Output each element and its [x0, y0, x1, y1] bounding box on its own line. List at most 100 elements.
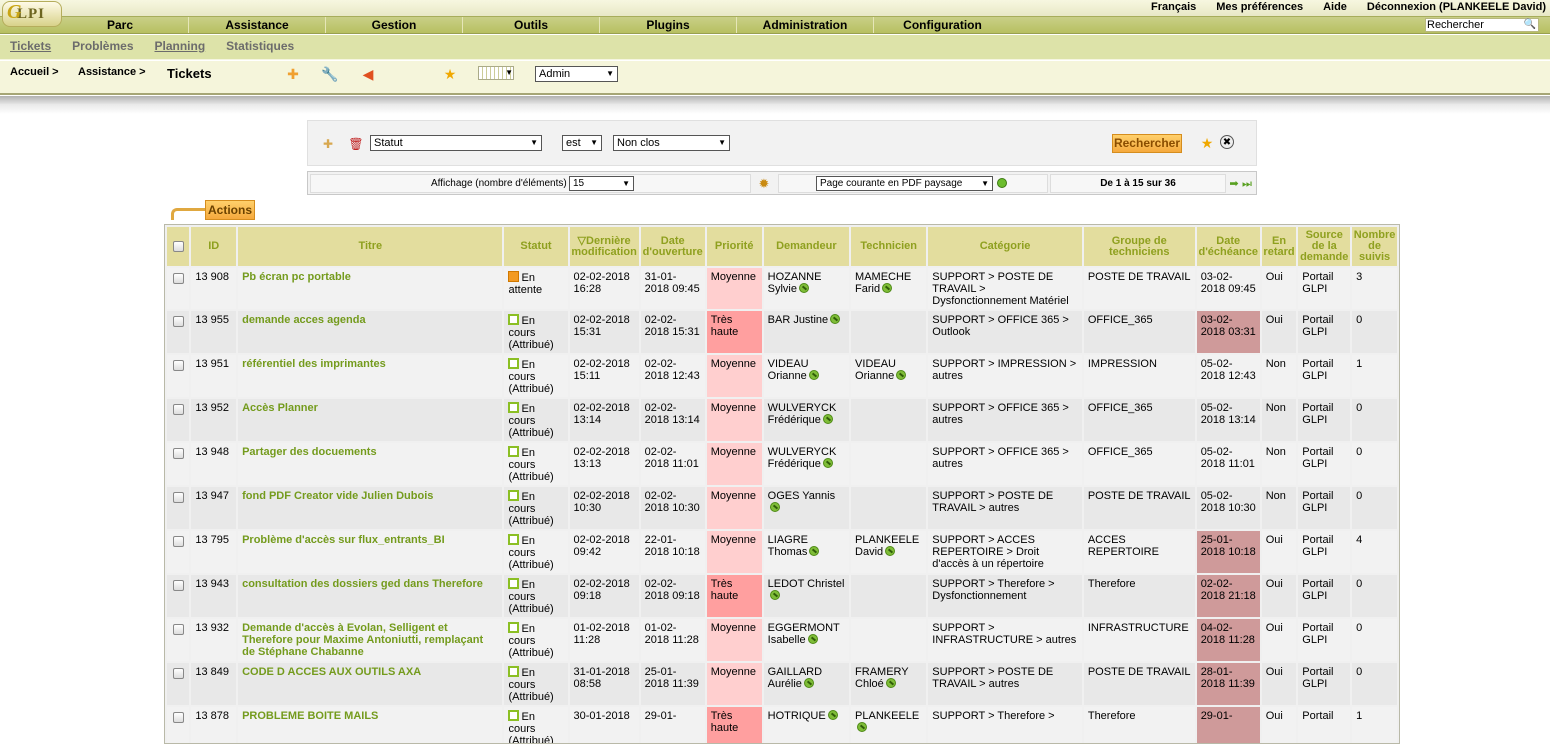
col-id[interactable]: ID: [191, 227, 237, 266]
menu-gestion[interactable]: Gestion: [326, 17, 463, 33]
col-priority[interactable]: Priorité: [706, 227, 762, 266]
row-checkbox[interactable]: [172, 668, 184, 679]
table-row[interactable]: 13 951 référentiel des imprimantes En cour…: [167, 355, 1397, 397]
row-checkbox[interactable]: [172, 536, 184, 547]
ticket-title-link[interactable]: référentiel des imprimantes: [238, 355, 503, 397]
display-count-select[interactable]: 15 ▼: [569, 176, 634, 191]
col-due-date[interactable]: Date d'échéance: [1196, 227, 1260, 266]
template-icon[interactable]: 🔧: [321, 65, 339, 83]
person-icon[interactable]: [827, 710, 838, 720]
table-row[interactable]: 13 878 PROBLEME BOITE MAILS En cours (Attr…: [167, 707, 1397, 743]
col-category[interactable]: Catégorie: [928, 227, 1082, 266]
menu-plugins[interactable]: Plugins: [600, 17, 737, 33]
table-row[interactable]: 13 932 Demande d'accès à Evolan, Selligen…: [167, 619, 1397, 661]
last-page-icon[interactable]: ⏭: [1240, 175, 1254, 193]
row-checkbox[interactable]: [172, 580, 184, 591]
criterion-field-select[interactable]: Statut ▼: [370, 135, 542, 151]
col-source[interactable]: Source de la demande: [1298, 227, 1351, 266]
person-icon[interactable]: [885, 546, 896, 556]
ticket-title-link[interactable]: Pb écran pc portable: [238, 268, 503, 309]
row-checkbox[interactable]: [172, 316, 184, 327]
col-requester[interactable]: Demandeur: [763, 227, 850, 266]
bookmark-icon[interactable]: ★: [441, 65, 459, 83]
view-options-icon[interactable]: ▼: [478, 66, 514, 80]
ticket-title-link[interactable]: demande acces agenda: [238, 311, 503, 353]
submenu-statistics[interactable]: Statistiques: [226, 35, 294, 59]
language-link[interactable]: Français: [1151, 1, 1196, 15]
logout-link[interactable]: Déconnexion (PLANKEELE David): [1367, 1, 1546, 15]
person-icon[interactable]: [857, 722, 868, 732]
delete-criterion-icon[interactable]: 🗑: [347, 135, 365, 153]
export-go-icon[interactable]: [997, 178, 1007, 188]
reset-search-icon[interactable]: ✖: [1220, 135, 1234, 149]
col-opening-date[interactable]: Date d'ouverture: [640, 227, 705, 266]
breadcrumb-home[interactable]: Accueil >: [10, 66, 59, 78]
help-link[interactable]: Aide: [1323, 1, 1347, 15]
person-icon[interactable]: [808, 370, 819, 380]
criterion-operator-select[interactable]: est ▼: [562, 135, 602, 151]
table-row[interactable]: 13 908 Pb écran pc portable En attente 02-0…: [167, 268, 1397, 309]
person-icon[interactable]: [798, 283, 809, 293]
table-row[interactable]: 13 952 Accès Planner En cours (Attribué) 02…: [167, 399, 1397, 441]
table-row[interactable]: 13 948 Partager des docuements En cours (A…: [167, 443, 1397, 485]
submenu-tickets[interactable]: Tickets: [10, 35, 51, 59]
ticket-title-link[interactable]: Demande d'accès à Evolan, Selligent et T…: [238, 619, 503, 661]
entity-select[interactable]: Admin ▼: [535, 66, 618, 82]
select-all-checkbox[interactable]: [172, 240, 184, 252]
person-icon[interactable]: [769, 502, 780, 512]
search-icon[interactable]: 🔍: [1524, 19, 1536, 31]
col-late[interactable]: En retard: [1261, 227, 1297, 266]
col-followups[interactable]: Nombre de suivis: [1352, 227, 1397, 266]
menu-configuration[interactable]: Configuration: [874, 17, 1011, 33]
search-ticket-icon[interactable]: ◀: [359, 65, 377, 83]
submenu-planning[interactable]: Planning: [155, 35, 206, 59]
table-row[interactable]: 13 947 fond PDF Creator vide Julien Duboi…: [167, 487, 1397, 529]
export-select[interactable]: Page courante en PDF paysage ▼: [816, 176, 993, 191]
settings-icon[interactable]: ✹: [755, 175, 773, 193]
col-tech-group[interactable]: Groupe de techniciens: [1083, 227, 1195, 266]
person-icon[interactable]: [803, 678, 814, 688]
table-row[interactable]: 13 943 consultation des dossiers ged dans…: [167, 575, 1397, 617]
add-ticket-icon[interactable]: ✚: [284, 65, 302, 83]
add-criterion-icon[interactable]: ✚: [319, 135, 337, 153]
row-checkbox[interactable]: [172, 448, 184, 459]
table-row[interactable]: 13 955 demande acces agenda En cours (Attr…: [167, 311, 1397, 353]
search-button[interactable]: Rechercher: [1112, 134, 1182, 153]
row-checkbox[interactable]: [172, 712, 184, 723]
col-technician[interactable]: Technicien: [851, 227, 927, 266]
ticket-title-link[interactable]: Partager des docuements: [238, 443, 503, 485]
criterion-value-select[interactable]: Non clos ▼: [613, 135, 730, 151]
person-icon[interactable]: [769, 590, 780, 600]
ticket-title-link[interactable]: fond PDF Creator vide Julien Dubois: [238, 487, 503, 529]
row-checkbox[interactable]: [172, 624, 184, 635]
person-icon[interactable]: [809, 546, 820, 556]
actions-button[interactable]: Actions: [205, 200, 255, 220]
person-icon[interactable]: [822, 458, 833, 468]
col-status[interactable]: Statut: [504, 227, 568, 266]
table-row[interactable]: 13 795 Problème d'accès sur flux_entrants…: [167, 531, 1397, 573]
row-checkbox[interactable]: [172, 360, 184, 371]
preferences-link[interactable]: Mes préférences: [1216, 1, 1303, 15]
person-icon[interactable]: [896, 370, 907, 380]
person-icon[interactable]: [885, 678, 896, 688]
ticket-title-link[interactable]: CODE D ACCES AUX OUTILS AXA: [238, 663, 503, 705]
global-search-input[interactable]: Rechercher 🔍: [1425, 18, 1539, 32]
ticket-title-link[interactable]: Accès Planner: [238, 399, 503, 441]
row-checkbox[interactable]: [172, 404, 184, 415]
person-icon[interactable]: [807, 634, 818, 644]
save-search-icon[interactable]: ★: [1198, 134, 1216, 152]
person-icon[interactable]: [882, 283, 893, 293]
menu-administration[interactable]: Administration: [737, 17, 874, 33]
col-last-modified[interactable]: ▽Dernière modification: [569, 227, 639, 266]
col-title[interactable]: Titre: [238, 227, 503, 266]
menu-outils[interactable]: Outils: [463, 17, 600, 33]
row-checkbox[interactable]: [172, 273, 184, 284]
ticket-title-link[interactable]: PROBLEME BOITE MAILS: [238, 707, 503, 743]
menu-parc[interactable]: Parc: [52, 17, 189, 33]
next-page-icon[interactable]: ➡: [1228, 175, 1240, 193]
submenu-problems[interactable]: Problèmes: [72, 35, 133, 59]
glpi-logo[interactable]: G LPI: [2, 1, 62, 27]
table-row[interactable]: 13 849 CODE D ACCES AUX OUTILS AXA En cour…: [167, 663, 1397, 705]
ticket-title-link[interactable]: consultation des dossiers ged dans There…: [238, 575, 503, 617]
person-icon[interactable]: [830, 314, 841, 324]
